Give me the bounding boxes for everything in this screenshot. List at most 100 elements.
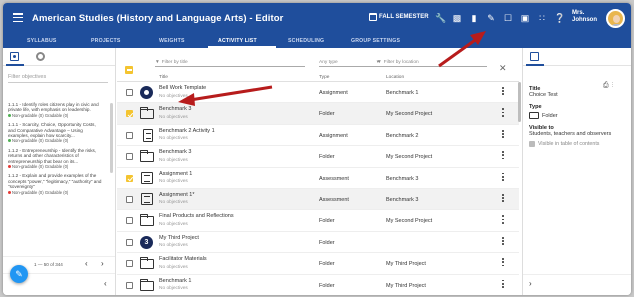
activity-name[interactable]: Facilitator Materials [159,256,207,262]
objectives-panel-footer: ✎ ‹ [3,265,115,295]
more-vert-icon[interactable] [502,215,504,225]
tab-scheduling[interactable]: SCHEDULING [288,38,324,44]
avatar[interactable] [606,9,625,28]
table-row[interactable]: Assignment 1* No objectives Assessment Benc… [117,188,519,211]
more-vert-icon[interactable] [502,151,504,161]
expand-right-icon[interactable]: › [529,279,532,288]
tab-syllabus[interactable]: SYLLABUS [27,38,57,44]
row-checkbox[interactable] [126,281,133,289]
collapse-left-icon[interactable]: ‹ [104,279,107,288]
activity-name[interactable]: Assignment 1* [159,192,194,198]
column-header-location[interactable]: Location [386,75,404,80]
activity-name[interactable]: Bell Work Template [159,85,206,91]
activity-objectives: No objectives [159,243,188,249]
pagination-label: 1 — 50 of 344 [34,262,63,267]
list-item[interactable]: 1.1.2 - Entrepreneurship - Identify the … [8,148,104,170]
next-page-icon[interactable]: › [101,259,104,268]
location-filter-input[interactable]: ▼ Filter by location [377,58,487,67]
activity-name[interactable]: Benchmark 2 Activity 1 [159,128,215,134]
row-checkbox[interactable] [126,217,133,225]
target-icon[interactable] [10,52,19,61]
info-icon[interactable] [530,52,539,61]
activity-name[interactable]: My Third Project [159,235,199,241]
objective-meta: Non-gradable (0) Gradable (0) [12,138,69,144]
row-checkbox[interactable] [126,153,133,161]
filter-icon: ▼ [155,59,160,65]
folder-icon [139,278,154,291]
activity-type: Assessment [319,196,349,203]
more-vert-icon[interactable] [502,172,504,183]
user-name-line-2: Johnson [572,17,597,23]
document-icon[interactable]: ▩ [452,13,462,23]
term-label: FALL SEMESTER [379,14,429,20]
more-vert-icon[interactable] [502,87,504,97]
objectives-list: 1.1.1 - Identify roles citizens play in … [8,102,104,199]
objectives-panel: Filter objectives 1.1.1 - Identify roles… [3,48,116,295]
table-row[interactable]: Assignment 1 No objectives Assessment Bench… [117,168,519,189]
objectives-filter-input[interactable]: Filter objectives [8,71,108,83]
table-row[interactable]: Benchmark 3 No objectives Folder My Second … [117,103,519,125]
type-label: Type [529,104,542,110]
user-name[interactable]: Mrs. Johnson [572,10,597,24]
row-checkbox[interactable] [126,89,133,96]
activity-name[interactable]: Benchmark 3 [159,149,191,155]
table-row[interactable]: Benchmark 3 No objectives Folder My Second … [117,146,519,168]
table-row[interactable]: Benchmark 1 No objectives Folder My Third P… [117,275,519,295]
activity-name[interactable]: Benchmark 3 [159,106,191,112]
row-checkbox[interactable] [126,110,133,118]
select-all-checkbox[interactable] [125,66,133,74]
title-filter-input[interactable]: ▼ Filter by title [155,58,305,67]
wrench-icon[interactable]: 🔧 [435,13,446,23]
more-vert-icon[interactable] [502,193,504,204]
list-item[interactable]: 1.1.1 - Scarcity, Choice, Opportunity Co… [8,122,104,144]
tab-activity-list[interactable]: ACTIVITY LIST [218,38,257,44]
tab-group-settings[interactable]: GROUP SETTINGS [351,38,400,44]
activity-name[interactable]: Final Products and Reflections [159,213,234,219]
details-panel-footer: › [523,274,631,295]
objectives-panel-tabs [3,48,115,66]
column-header-type[interactable]: Type [319,75,329,80]
more-vert-icon[interactable] [502,279,504,290]
table-of-contents-checkbox[interactable]: Visible in table of contents [529,140,629,147]
pencil-icon[interactable]: ✎ [486,13,496,23]
menu-icon[interactable] [13,13,23,23]
top-app-bar: American Studies (History and Language A… [3,3,631,36]
row-checkbox[interactable] [126,131,133,139]
tab-weights[interactable]: WEIGHTS [159,38,185,44]
trash-icon[interactable]: ▮ [469,13,479,23]
chat-icon[interactable]: ▣ [520,13,530,23]
row-checkbox[interactable] [126,174,133,182]
table-row[interactable]: 3 My Third Project No objectives Folder [117,232,519,254]
table-row[interactable]: Final Products and Reflections No objecti… [117,210,519,232]
more-vert-icon[interactable] [502,108,504,118]
clipboard-icon[interactable]: ☐ [503,13,513,23]
row-checkbox[interactable] [126,195,133,203]
activity-name[interactable]: Benchmark 1 [159,278,191,284]
activity-name[interactable]: Assignment 1 [159,171,192,177]
more-vert-icon[interactable] [502,129,504,140]
more-vert-icon[interactable] [502,258,504,268]
activity-objectives: No objectives [159,264,188,270]
term-selector[interactable]: FALL SEMESTER [369,13,429,21]
row-checkbox[interactable] [126,260,133,268]
list-item[interactable]: 1.1.2 - Explain and provide examples of … [8,173,104,195]
tab-projects[interactable]: PROJECTS [91,38,121,44]
close-icon[interactable]: ✕ [499,63,507,74]
scrollbar[interactable] [110,103,113,173]
more-vert-icon[interactable] [502,236,504,247]
help-icon[interactable]: ❔ [554,13,565,23]
column-header-title[interactable]: Title [159,75,168,80]
type-filter-select[interactable]: Any type ▾ [319,58,379,67]
settings-icon[interactable] [36,52,45,61]
table-row[interactable]: Benchmark 2 Activity 1 No objectives Assig… [117,125,519,147]
prev-page-icon[interactable]: ‹ [85,259,88,268]
scrollbar[interactable] [518,82,521,122]
row-checkbox[interactable] [126,238,133,246]
table-row[interactable]: Bell Work Template No objectives Assignmen… [117,82,519,104]
edit-fab-button[interactable]: ✎ [10,265,28,283]
activity-objectives: No objectives [159,200,188,206]
list-item[interactable]: 1.1.1 - Identify roles citizens play in … [8,102,104,118]
apps-grid-icon[interactable]: ∷ [537,13,547,23]
folder-icon [139,257,154,270]
table-row[interactable]: Facilitator Materials No objectives Folder… [117,253,519,275]
